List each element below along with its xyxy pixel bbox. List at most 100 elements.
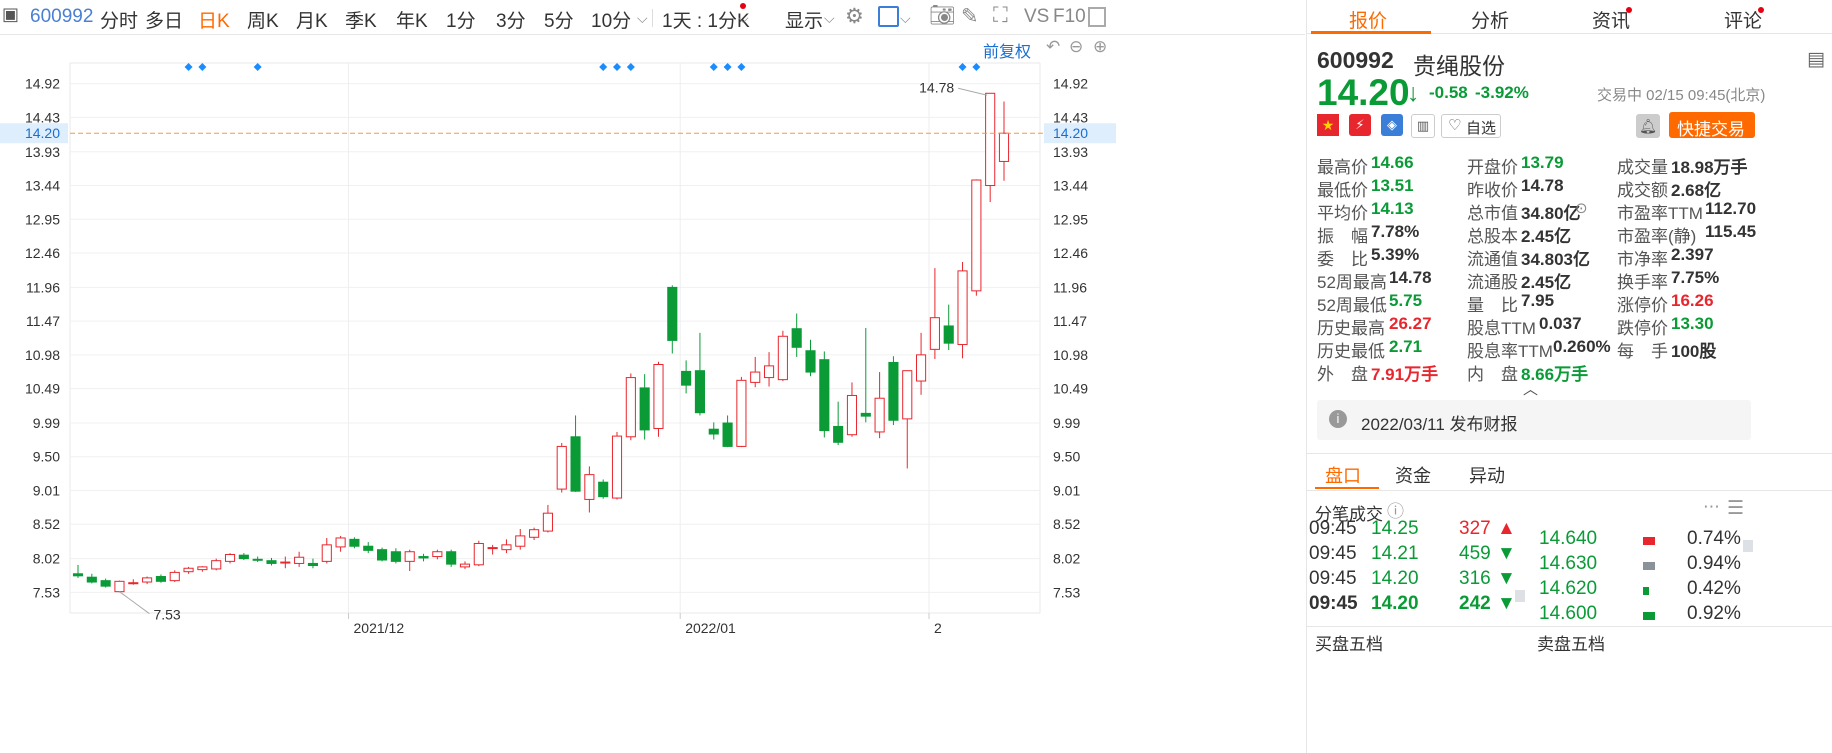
add-watchlist-button[interactable]: ♡ 自选: [1441, 114, 1501, 138]
tab-quarterly-k[interactable]: 季K: [345, 6, 377, 33]
settings-gear-icon[interactable]: ⚙: [845, 4, 864, 29]
y-tick-label: 9.50: [1053, 449, 1080, 465]
detail-icon[interactable]: ▤: [1807, 48, 1825, 71]
china-flag-icon: ★: [1317, 114, 1339, 136]
price-tag-right: 14.20: [1053, 125, 1088, 141]
tab-multiday[interactable]: 多日: [145, 6, 183, 33]
candle-down: [943, 325, 954, 344]
y-tick-label: 12.46: [25, 245, 60, 261]
quote-field-label: 市净率: [1617, 250, 1668, 269]
quote-field-value: 13.30: [1671, 314, 1714, 333]
tab-analysis[interactable]: 分析: [1471, 6, 1509, 33]
chevron-up-icon[interactable]: ︿: [1523, 378, 1538, 399]
quote-field-label: 市盈率(静): [1617, 227, 1697, 246]
kline-chart[interactable]: 2021/12 2022/01 2 14.92 14.43 13.93 13.44 12.9…: [0, 35, 1118, 753]
tab-quote[interactable]: 报价: [1349, 6, 1387, 33]
y-tick-label: 12.46: [1053, 245, 1088, 261]
y-tick-label: 10.49: [1053, 381, 1088, 397]
tab-capital[interactable]: 资金: [1395, 462, 1431, 488]
candle-down: [598, 481, 609, 498]
y-tick-label: 14.43: [1053, 109, 1088, 125]
chevron-down-icon[interactable]: ⌵: [738, 10, 749, 27]
fullscreen-icon[interactable]: ⛶: [993, 4, 1008, 28]
chevron-down-icon[interactable]: ⌵: [824, 10, 835, 27]
y-tick-label: 14.92: [25, 76, 60, 92]
f10-button[interactable]: F10: [1053, 6, 1086, 28]
event-marker-icon: [958, 63, 967, 71]
sidebar-toggle-icon[interactable]: ▣: [2, 4, 19, 25]
tab-fenshi[interactable]: 分时: [100, 6, 138, 33]
tag-icon[interactable]: ◈: [1381, 114, 1403, 136]
display-menu[interactable]: 显示: [785, 6, 823, 33]
tab-5min[interactable]: 5分: [544, 6, 574, 33]
bell-icon[interactable]: 🔔︎: [1636, 114, 1660, 138]
camera-icon[interactable]: 📷︎: [929, 4, 956, 28]
y-tick-label: 7.53: [33, 584, 60, 600]
candle-up: [998, 132, 1010, 162]
candle-down: [307, 562, 319, 567]
y-tick-label: 8.52: [1053, 516, 1080, 532]
candle-up: [611, 435, 623, 499]
y-tick-label: 8.52: [33, 516, 60, 532]
tab-daily-k[interactable]: 日K: [198, 6, 230, 33]
vs-compare-button[interactable]: VS: [1024, 6, 1049, 28]
tab-anomaly[interactable]: 异动: [1469, 462, 1505, 488]
menu-icon[interactable]: ☰: [1727, 497, 1744, 520]
notification-dot: [740, 3, 746, 9]
tab-10min[interactable]: 10分: [591, 6, 631, 33]
pencil-icon[interactable]: ✎: [961, 4, 979, 29]
quote-field-label: 涨停价: [1617, 296, 1668, 315]
candle-up: [777, 335, 788, 381]
scroll-thumb[interactable]: [1743, 540, 1753, 552]
tab-1min[interactable]: 1分: [446, 6, 476, 33]
candle-down: [694, 370, 706, 414]
tab-yearly-k[interactable]: 年K: [396, 6, 428, 33]
tab-3min[interactable]: 3分: [496, 6, 526, 33]
candle-up: [971, 179, 982, 292]
tick-time: 09:45: [1309, 518, 1357, 539]
tab-order-book[interactable]: 盘口: [1325, 462, 1361, 488]
tab-news[interactable]: 资讯: [1592, 6, 1630, 33]
y-tick-label: 13.93: [25, 144, 60, 160]
more-icon[interactable]: ⊙: [1575, 199, 1588, 217]
price-change: -0.58: [1429, 83, 1468, 102]
scroll-thumb[interactable]: [1515, 590, 1525, 602]
note-icon[interactable]: ▥: [1411, 114, 1435, 138]
bid-label: 买盘五档: [1315, 635, 1383, 654]
candle-down: [266, 560, 277, 564]
quote-field-value: 13.79: [1521, 153, 1564, 172]
chevron-down-icon[interactable]: ⌵: [637, 10, 648, 27]
color-box-icon[interactable]: [878, 6, 899, 27]
period-select[interactable]: 1天 : 1分K: [662, 6, 750, 33]
info-icon: i: [1329, 410, 1347, 428]
chevron-down-icon[interactable]: ⌵: [900, 10, 911, 27]
quote-field-value: 13.51: [1371, 176, 1414, 195]
candle-down: [238, 554, 249, 560]
dist-bar: [1643, 537, 1655, 545]
x-tick-label: 2022/01: [685, 620, 736, 636]
y-tick-label: 14.43: [25, 109, 60, 125]
candle-up: [404, 551, 415, 562]
candle-down: [349, 538, 360, 547]
quote-field-label: 成交量: [1617, 158, 1668, 177]
panel-toggle-icon[interactable]: [1088, 7, 1106, 27]
candle-down: [805, 350, 816, 373]
y-tick-label: 8.02: [1053, 551, 1080, 567]
candle-up: [929, 317, 940, 350]
stock-code: 600992: [30, 6, 94, 27]
candle-up: [197, 566, 208, 571]
more-icon[interactable]: ⋯: [1703, 497, 1720, 517]
quote-field-label: 52周最高: [1317, 273, 1387, 292]
quick-trade-button[interactable]: 快捷交易: [1669, 112, 1755, 139]
candle-up: [501, 544, 512, 551]
tab-comments[interactable]: 评论: [1724, 6, 1762, 33]
tab-weekly-k[interactable]: 周K: [247, 6, 279, 33]
quote-field-value: 7.75%: [1671, 268, 1720, 287]
arrow-down-icon: ▼: [1497, 568, 1516, 589]
report-notice[interactable]: i 2022/03/11 发布财报: [1317, 400, 1751, 440]
hot-tag-icon[interactable]: ⚡: [1349, 114, 1371, 136]
x-tick-label: 2: [934, 620, 942, 636]
event-marker-icon: [723, 63, 732, 71]
tab-monthly-k[interactable]: 月K: [296, 6, 328, 33]
quote-field-label: 成交额: [1617, 181, 1668, 200]
